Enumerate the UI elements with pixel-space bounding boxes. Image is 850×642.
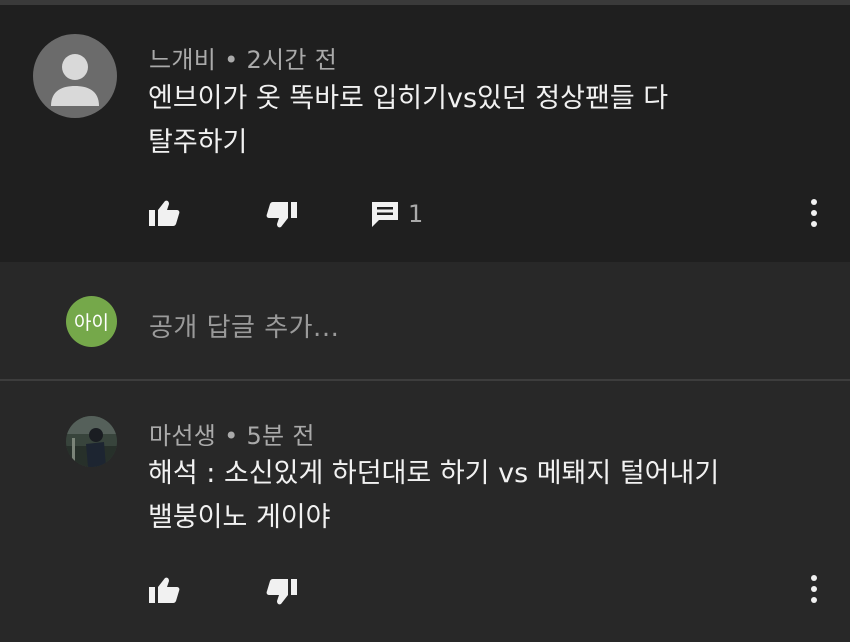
more-options-button[interactable] (809, 574, 819, 606)
thumbs-up-icon (149, 200, 180, 226)
reply-icon (372, 202, 398, 227)
comment-text: 엔브이가 옷 똑바로 입히기vs있던 정상팬들 다 탈주하기 (148, 77, 788, 165)
author-name[interactable]: 마선생 (149, 422, 216, 450)
comment-meta: 느개비 • 2시간 전 (149, 40, 337, 75)
avatar-photo-icon (66, 416, 117, 467)
comment-text: 해석 : 소신있게 하던대로 하기 vs 메퇘지 털어내기 밸붕이노 게이야 (148, 452, 788, 540)
comment-text-line: 해석 : 소신있게 하던대로 하기 vs 메퇘지 털어내기 (148, 458, 720, 489)
user-avatar: 아이 (66, 296, 117, 347)
comment-time[interactable]: 5분 전 (246, 422, 314, 450)
add-reply-input[interactable]: 공개 답글 추가... (149, 307, 339, 344)
add-reply-row (0, 262, 850, 379)
more-vert-icon (811, 575, 817, 603)
reply-count: 1 (408, 200, 424, 228)
thumbs-up-icon (149, 577, 180, 603)
thumbs-down-icon (266, 202, 297, 228)
default-avatar[interactable] (33, 34, 117, 118)
comment-time[interactable]: 2시간 전 (246, 46, 337, 74)
comment-text-line: 엔브이가 옷 똑바로 입히기vs있던 정상팬들 다 (148, 83, 669, 114)
comment-text-line: 밸붕이노 게이야 (148, 502, 331, 533)
comment-meta: 마선생 • 5분 전 (149, 416, 315, 451)
meta-separator: • (224, 46, 239, 74)
section-divider (0, 379, 850, 381)
dislike-button[interactable] (266, 578, 298, 606)
like-button[interactable] (148, 199, 180, 227)
thumbs-down-icon (266, 579, 297, 605)
reply-button[interactable]: 1 (370, 200, 423, 228)
photo-avatar[interactable] (66, 416, 117, 467)
like-button[interactable] (148, 576, 180, 604)
person-icon (51, 54, 99, 106)
author-name[interactable]: 느개비 (149, 46, 216, 74)
more-vert-icon (811, 199, 817, 227)
meta-separator: • (224, 422, 239, 450)
dislike-button[interactable] (266, 201, 298, 229)
more-options-button[interactable] (809, 198, 819, 230)
comment-text-line: 탈주하기 (148, 127, 248, 158)
